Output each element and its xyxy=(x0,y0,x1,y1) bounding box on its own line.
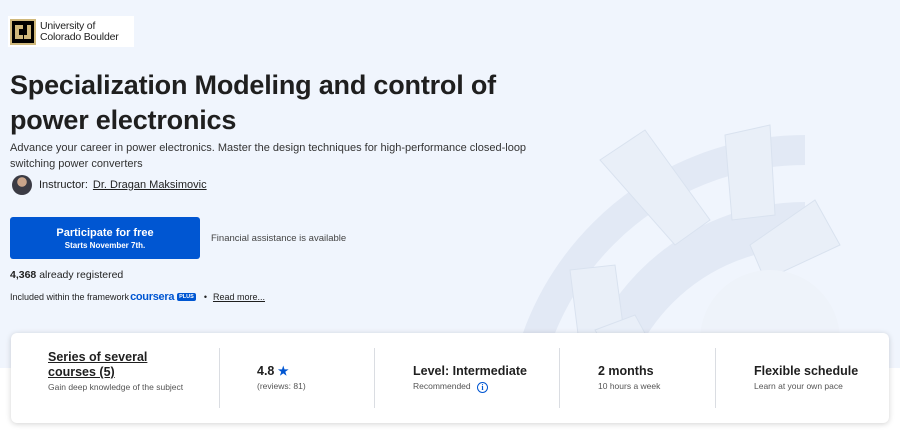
instructor-link[interactable]: Dr. Dragan Maksimovic xyxy=(93,179,207,191)
rating-value: 4.8 xyxy=(257,364,275,378)
cu-boulder-logo-icon xyxy=(10,18,36,45)
page-title: Specialization Modeling and control of p… xyxy=(10,70,496,135)
course-summary-card: Series of several courses (5) Gain deep … xyxy=(11,333,889,423)
level-subtitle: Recommended xyxy=(413,381,471,391)
divider xyxy=(559,348,560,408)
participate-button[interactable]: Participate for free Starts November 7th… xyxy=(10,217,200,259)
divider xyxy=(715,348,716,408)
level-title: Level: Intermediate xyxy=(413,364,527,378)
start-date-label: Starts November 7th. xyxy=(64,240,146,250)
participate-button-label: Participate for free xyxy=(56,226,154,239)
course-description: Advance your career in power electronics… xyxy=(10,142,527,170)
instructor-label: Instructor: xyxy=(39,179,88,191)
separator-dot: • xyxy=(203,292,207,302)
university-logo[interactable]: University of Colorado Boulder xyxy=(8,16,134,47)
university-name: University of Colorado Boulder xyxy=(40,19,119,43)
summary-level: Level: Intermediate Recommended i xyxy=(413,333,563,423)
divider xyxy=(219,348,220,408)
summary-series: Series of several courses (5) Gain deep … xyxy=(48,333,198,423)
read-more-link[interactable]: Read more... xyxy=(213,292,265,302)
duration-subtitle: 10 hours a week xyxy=(598,381,661,391)
summary-schedule: Flexible schedule Learn at your own pace xyxy=(754,333,884,423)
financial-aid-text: Financial assistance is available xyxy=(211,233,347,244)
registered-number: 4,368 xyxy=(10,269,37,281)
schedule-title: Flexible schedule xyxy=(754,364,859,378)
coursera-logo: coursera xyxy=(130,291,175,303)
summary-duration: 2 months 10 hours a week xyxy=(598,333,708,423)
registered-suffix: already registered xyxy=(39,269,124,281)
star-icon: ★ xyxy=(277,364,289,378)
summary-rating: 4.8 ★ (reviews: 81) xyxy=(257,333,367,423)
instructor-row: Instructor: Dr. Dragan Maksimovic xyxy=(12,175,207,195)
included-prefix: Included within the framework xyxy=(10,292,130,302)
included-row: Included within the framework coursera P… xyxy=(10,291,265,303)
registration-count: 4,368 already registered xyxy=(10,269,123,281)
plus-badge: PLUS xyxy=(177,293,196,301)
rating-reviews: (reviews: 81) xyxy=(257,381,306,391)
info-icon[interactable]: i xyxy=(477,382,489,393)
instructor-avatar xyxy=(12,175,32,195)
series-subtitle: Gain deep knowledge of the subject xyxy=(48,382,184,392)
schedule-subtitle: Learn at your own pace xyxy=(754,381,843,391)
duration-title: 2 months xyxy=(598,364,654,378)
series-link[interactable]: Series of several courses (5) xyxy=(48,350,198,380)
divider xyxy=(374,348,375,408)
